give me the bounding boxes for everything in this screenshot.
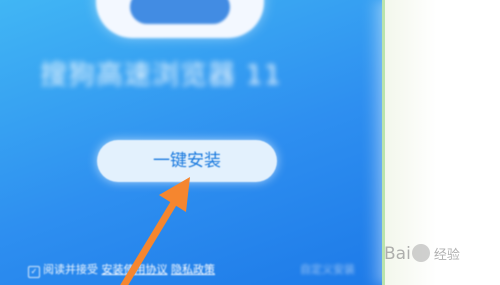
one-click-install-button[interactable]: 一键安装 xyxy=(97,140,277,182)
license-agreement-link[interactable]: 安装使用协议 xyxy=(102,263,168,276)
app-title: 搜狗高速浏览器 11 xyxy=(40,60,282,91)
agree-checkbox[interactable]: ✓ xyxy=(28,266,40,278)
watermark-brand-right: 经验 xyxy=(433,248,460,263)
baidu-jingyan-watermark: Bai 经验 xyxy=(384,241,460,267)
agree-prefix-text: 阅读并接受 xyxy=(43,263,98,276)
baidu-paw-icon xyxy=(411,244,430,262)
screenshot-stage: 搜狗高速浏览器 11 一键安装 ✓ 阅读并接受 安装使用协议 隐私政策 自定义安装… xyxy=(0,0,500,285)
browser-logo-icon xyxy=(96,0,264,38)
custom-install-link[interactable]: 自定义安装 xyxy=(300,263,355,277)
installer-window: 搜狗高速浏览器 11 一键安装 ✓ 阅读并接受 安装使用协议 隐私政策 自定义安装 xyxy=(0,0,382,285)
watermark-brand-left: Bai xyxy=(384,244,411,264)
logo-inner-shape xyxy=(130,0,230,24)
agreement-row: ✓ 阅读并接受 安装使用协议 隐私政策 xyxy=(28,263,215,278)
privacy-policy-link[interactable]: 隐私政策 xyxy=(171,263,215,276)
